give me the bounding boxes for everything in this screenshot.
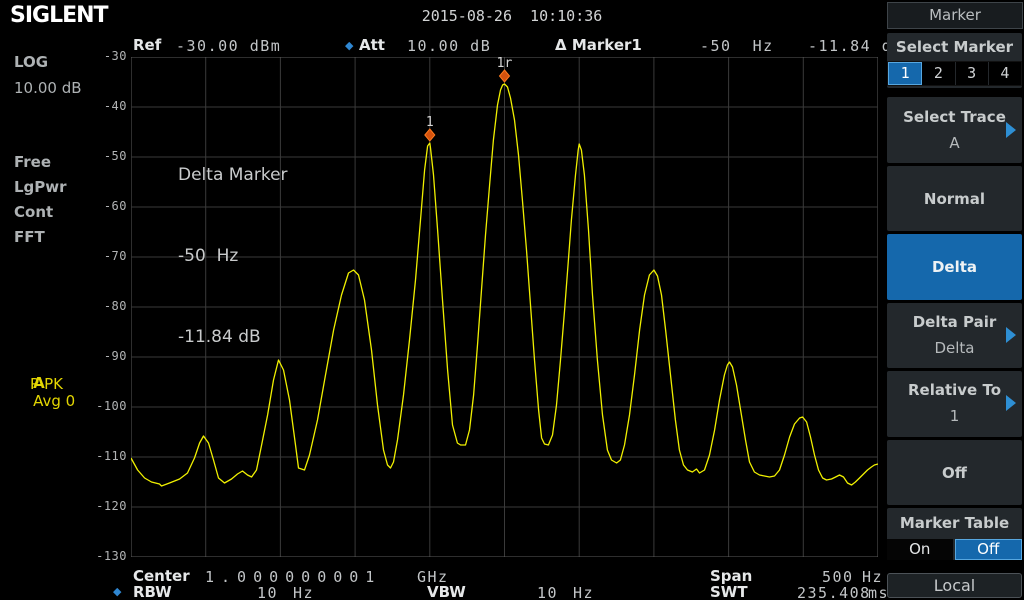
marker-2-button[interactable]: 2: [922, 62, 955, 85]
swt-unit: ms: [868, 584, 889, 600]
amplitude-scale-value: 10.00 dB: [14, 79, 82, 97]
softkey-delta-pair[interactable]: Delta Pair Delta: [887, 303, 1022, 368]
rbw-unit: Hz: [293, 584, 314, 600]
rbw-label: RBW: [133, 583, 172, 600]
delta-marker-annotation: Delta Marker -50 Hz -11.84 dB: [178, 108, 288, 405]
y-axis-label: -130: [0, 549, 127, 563]
select-marker-label: Select Marker: [887, 38, 1022, 56]
delta-pair-label: Delta Pair: [887, 313, 1022, 331]
submenu-arrow-icon: [1006, 122, 1016, 138]
y-axis-label: -50: [0, 149, 127, 163]
local-button[interactable]: Local: [887, 573, 1022, 598]
attenuation-label: Att: [359, 36, 385, 54]
submenu-arrow-icon: [1006, 327, 1016, 343]
marker-3-button[interactable]: 3: [956, 62, 989, 85]
ref-level-label: Ref: [133, 36, 161, 54]
swt-value: 235.408: [797, 584, 871, 600]
datetime-display: 2015-08-26 10:10:36: [0, 7, 1024, 25]
softkey-delta[interactable]: Delta: [887, 234, 1022, 300]
att-coupled-diamond-icon: ◆: [345, 39, 353, 52]
detector-status: P-PK: [30, 375, 63, 393]
delta-marker-label: Δ Marker1: [555, 36, 642, 54]
annotation-frequency: -50 Hz: [178, 243, 288, 270]
rbw-coupled-diamond-icon: ◆: [113, 585, 121, 598]
rbw-value: 10: [257, 584, 278, 600]
spectrum-analyzer-screen: SIGLENT 2015-08-26 10:10:36 Marker LOG 1…: [0, 0, 1024, 600]
attenuation-value: 10.00 dB: [407, 37, 491, 55]
select-trace-value: A: [887, 134, 1022, 152]
softkey-select-trace[interactable]: Select Trace A: [887, 97, 1022, 163]
annotation-title: Delta Marker: [178, 162, 288, 189]
y-axis-label: -30: [0, 49, 127, 63]
softkey-marker-table[interactable]: Marker Table On Off: [887, 508, 1022, 560]
delta-marker-frequency: -50 Hz: [700, 37, 774, 55]
annotation-amplitude: -11.84 dB: [178, 324, 288, 351]
marker-table-label: Marker Table: [887, 514, 1022, 532]
y-axis-label: -70: [0, 249, 127, 263]
delta-label: Delta: [887, 258, 1022, 276]
y-axis-label: -90: [0, 349, 127, 363]
delta-pair-value: Delta: [887, 339, 1022, 357]
relative-to-label: Relative To: [887, 381, 1022, 399]
vbw-unit: Hz: [573, 584, 594, 600]
softkey-normal[interactable]: Normal: [887, 166, 1022, 231]
marker-diamond-icon: [425, 129, 435, 141]
mode-status: FFT: [14, 228, 45, 246]
y-axis-label: -120: [0, 499, 127, 513]
marker-table-toggle: On Off: [887, 539, 1022, 560]
softkey-off[interactable]: Off: [887, 440, 1022, 505]
swt-label: SWT: [710, 583, 748, 600]
marker-table-on-button[interactable]: On: [887, 539, 953, 560]
softkey-select-marker[interactable]: Select Marker 1 2 3 4: [887, 33, 1022, 88]
marker-1-button[interactable]: 1: [888, 62, 922, 85]
marker-table-off-button[interactable]: Off: [955, 539, 1023, 560]
softkey-relative-to[interactable]: Relative To 1: [887, 371, 1022, 437]
select-trace-label: Select Trace: [887, 108, 1022, 126]
marker-id-label: 1r: [497, 57, 513, 71]
off-label: Off: [887, 464, 1022, 482]
vbw-value: 10: [537, 584, 558, 600]
marker-number-row: 1 2 3 4: [887, 61, 1022, 86]
marker-diamond-icon: [500, 70, 510, 82]
marker-4-button[interactable]: 4: [989, 62, 1021, 85]
y-axis-label: -80: [0, 299, 127, 313]
y-axis-label: -110: [0, 449, 127, 463]
marker-id-label: 1: [426, 115, 434, 130]
menu-title: Marker: [887, 2, 1023, 29]
signal-status: LgPwr: [14, 178, 67, 196]
vbw-label: VBW: [427, 583, 466, 600]
y-axis-label: -40: [0, 99, 127, 113]
y-axis-label: -60: [0, 199, 127, 213]
relative-to-value: 1: [887, 407, 1022, 425]
ref-level-value: -30.00 dBm: [176, 37, 281, 55]
normal-label: Normal: [887, 190, 1022, 208]
y-axis-label: -100: [0, 399, 127, 413]
submenu-arrow-icon: [1006, 395, 1016, 411]
